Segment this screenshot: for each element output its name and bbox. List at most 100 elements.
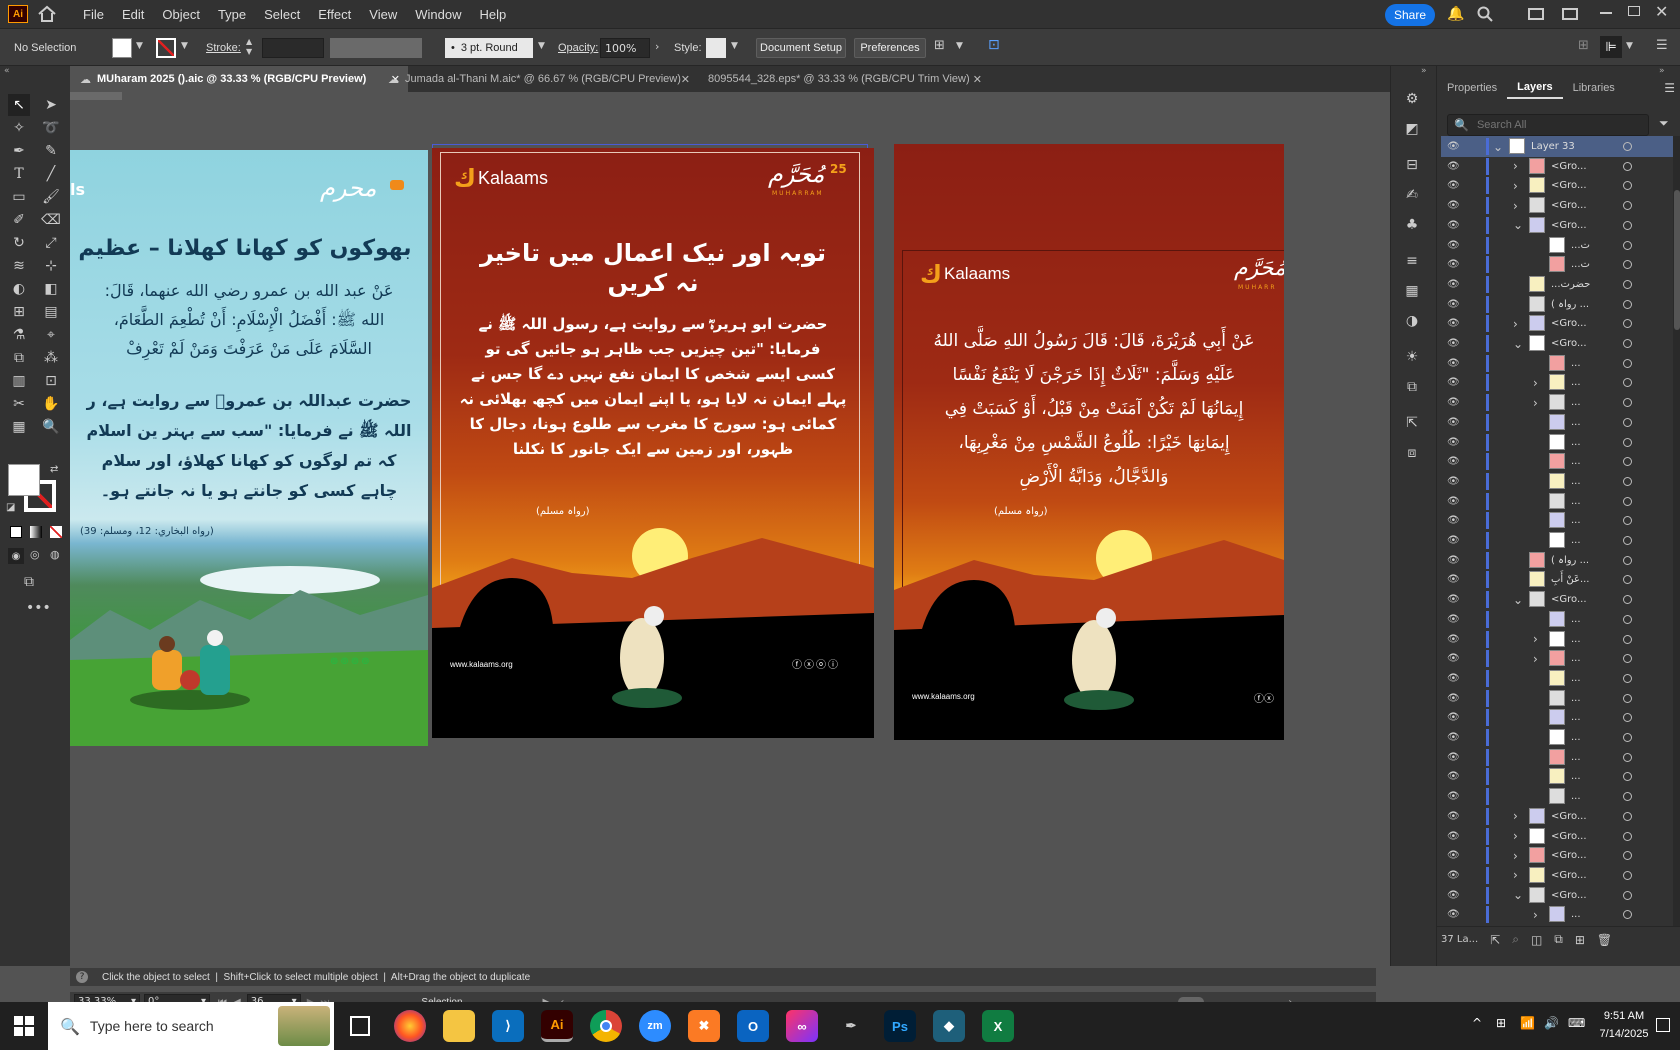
layer-row[interactable]: 👁 › <Gro... [1441,845,1673,866]
visibility-eye-icon[interactable]: 👁 [1447,437,1460,448]
firefox-icon[interactable] [394,1010,426,1042]
language-icon[interactable]: ⌨ [1568,1016,1585,1030]
visibility-eye-icon[interactable]: 👁 [1447,791,1460,802]
target-circle-icon[interactable] [1623,496,1632,506]
chevron-down-icon[interactable]: ▼ [956,41,963,51]
visibility-eye-icon[interactable]: 👁 [1447,397,1460,408]
layer-row[interactable]: 👁... [1441,471,1673,492]
layer-row[interactable]: 👁... [1441,727,1673,748]
close-icon[interactable]: ✕ [1655,2,1668,21]
visibility-eye-icon[interactable]: 👁 [1447,299,1460,310]
default-colors-icon[interactable]: ◪ [6,502,15,513]
target-circle-icon[interactable] [1623,890,1632,900]
stroke-weight-input[interactable] [262,38,324,58]
target-circle-icon[interactable] [1623,398,1632,408]
target-circle-icon[interactable] [1623,536,1632,545]
visibility-eye-icon[interactable]: 👁 [1447,220,1460,231]
gradient-mode-icon[interactable] [30,526,42,538]
task-view-icon[interactable] [350,1016,370,1036]
visibility-eye-icon[interactable]: 👁 [1447,318,1460,329]
target-circle-icon[interactable] [1623,772,1632,782]
menu-effect[interactable]: Effect [309,7,360,22]
layer-row[interactable]: 👁 › <Gro... [1441,195,1673,216]
layer-row[interactable]: 👁 › <Gro... [1441,156,1673,177]
brush-definition[interactable]: • 3 pt. Round [445,38,533,58]
direct-selection-tool-icon[interactable]: ➤ [40,94,62,116]
close-tab-icon[interactable]: ✕ [973,73,982,86]
visibility-eye-icon[interactable]: 👁 [1447,712,1460,723]
target-circle-icon[interactable] [1623,378,1632,388]
pen-tool-icon[interactable]: ✒ [8,140,30,162]
collapse-arrows-icon[interactable]: » [1421,66,1427,76]
layer-row[interactable]: 👁 عَنْ أَبِ... [1441,569,1673,590]
measure-tool-icon[interactable]: ⌖ [40,324,62,346]
xampp-icon[interactable]: ✖ [688,1010,720,1042]
visibility-eye-icon[interactable]: 👁 [1447,141,1460,152]
print-tiling-tool-icon[interactable]: ▦ [8,416,30,438]
visibility-eye-icon[interactable]: 👁 [1447,358,1460,369]
target-circle-icon[interactable] [1623,733,1632,742]
menu-select[interactable]: Select [255,7,309,22]
layer-row[interactable]: 👁 › <Gro... [1441,175,1673,196]
chevron-down-icon[interactable]: ▼ [731,41,738,51]
artboard-tool-icon[interactable]: ⊡ [40,370,62,392]
visibility-eye-icon[interactable]: 👁 [1447,555,1460,566]
layer-row[interactable]: 👁 ›... [1441,904,1673,925]
scale-tool-icon[interactable]: ⤢ [40,232,62,254]
chevron-down-icon[interactable]: ▼ [1626,41,1633,51]
layer-row[interactable]: 👁 ...ت [1441,254,1673,275]
preferences-button[interactable]: Preferences [854,38,926,58]
rectangle-tool-icon[interactable]: ▭ [8,186,30,208]
tray-chevron-icon[interactable]: ^ [1472,1016,1482,1030]
menu-type[interactable]: Type [209,7,255,22]
layer-row[interactable]: 👁 ...حضرت [1441,274,1673,295]
target-circle-icon[interactable] [1623,811,1632,821]
layer-row[interactable]: 👁 ⌄ <Gro... [1441,885,1673,906]
fill-swatch[interactable] [112,38,132,58]
layer-row[interactable]: 👁 ( رواہ ... [1441,294,1673,315]
layer-row[interactable]: 👁... [1441,412,1673,433]
menu-file[interactable]: File [74,7,113,22]
line-tool-icon[interactable]: ╱ [40,163,62,185]
visibility-eye-icon[interactable]: 👁 [1447,909,1460,920]
target-circle-icon[interactable] [1623,575,1632,585]
creative-cloud-icon[interactable]: ∞ [786,1010,818,1042]
app-diamond-icon[interactable]: ◆ [933,1010,965,1042]
perspective-grid-tool-icon[interactable]: ⊞ [8,301,30,323]
curvature-tool-icon[interactable]: ✎ [40,140,62,162]
chevron-right-icon[interactable]: › [1513,159,1518,173]
visibility-eye-icon[interactable]: 👁 [1447,338,1460,349]
visibility-eye-icon[interactable]: 👁 [1447,732,1460,743]
tab-document-2[interactable]: ☁ Jumada al-Thani M.aic* @ 66.67 % (RGB/… [378,66,698,92]
paintbrush-tool-icon[interactable]: 🖌 [40,186,62,208]
target-circle-icon[interactable] [1623,437,1632,447]
visibility-eye-icon[interactable]: 👁 [1447,240,1460,251]
graphic-style-swatch[interactable] [706,38,726,58]
target-circle-icon[interactable] [1623,792,1632,802]
visibility-eye-icon[interactable]: 👁 [1447,634,1460,645]
layer-row[interactable]: 👁... [1441,668,1673,689]
lasso-tool-icon[interactable]: ➰ [40,117,62,139]
document-setup-button[interactable]: Document Setup [756,38,846,58]
target-circle-icon[interactable] [1623,870,1632,880]
symbols-icon[interactable]: ⊟ [1401,154,1423,176]
visibility-eye-icon[interactable]: 👁 [1447,377,1460,388]
zoom-icon[interactable]: zm [639,1010,671,1042]
bell-icon[interactable]: 🔔 [1447,6,1464,22]
selection-tool-icon[interactable]: ↖ [8,94,30,116]
new-layer-icon[interactable]: ⊞ [1575,933,1585,947]
screen-mode-icon[interactable]: ⧉ [24,574,34,590]
layer-row[interactable]: 👁 ›... [1441,392,1673,413]
photoshop-icon[interactable]: Ps [884,1010,916,1042]
draw-inside-icon[interactable]: ◍ [50,548,60,561]
properties-toggle-icon[interactable]: ⊫ [1600,36,1622,58]
visibility-eye-icon[interactable]: 👁 [1447,496,1460,507]
layers-search-input[interactable] [1476,119,1627,131]
layer-row[interactable]: 👁 ...ت [1441,235,1673,256]
draw-normal-icon[interactable]: ◉ [8,548,24,564]
free-transform-tool-icon[interactable]: ⊹ [40,255,62,277]
visibility-eye-icon[interactable]: 👁 [1447,693,1460,704]
chevron-right-icon[interactable]: › [655,40,659,53]
brushes-icon[interactable]: ✍ [1401,184,1423,206]
chevron-right-icon[interactable]: › [1513,317,1518,331]
